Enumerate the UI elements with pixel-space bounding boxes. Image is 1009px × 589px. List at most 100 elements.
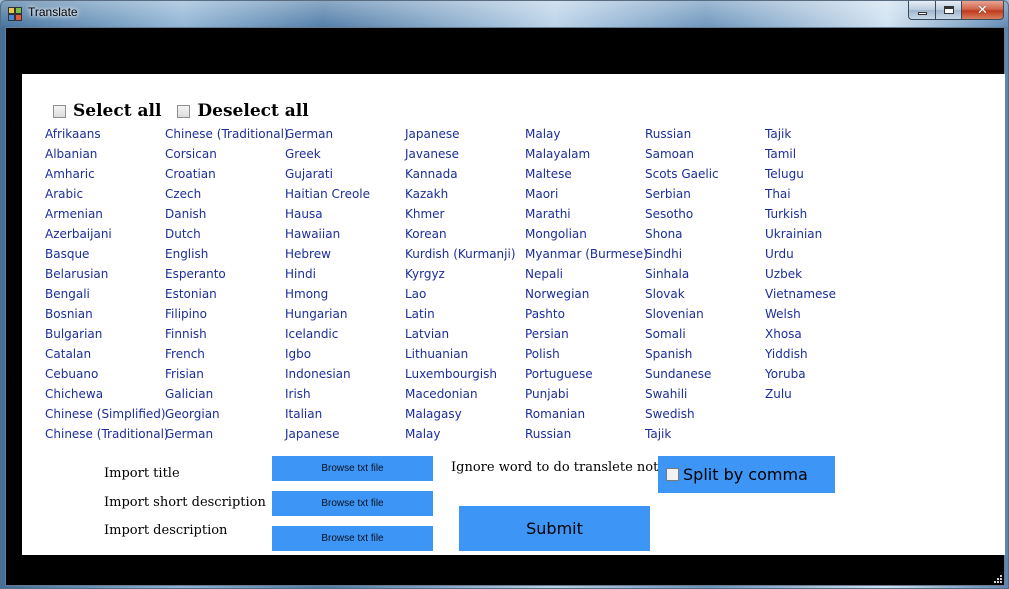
language-link[interactable]: Japanese xyxy=(285,424,370,444)
language-link[interactable]: Catalan xyxy=(45,344,169,364)
deselect-all-checkbox[interactable]: Deselect all xyxy=(177,101,309,121)
language-link[interactable]: Sundanese xyxy=(645,364,719,384)
language-link[interactable]: Pashto xyxy=(525,304,648,324)
language-link[interactable]: Javanese xyxy=(405,144,516,164)
language-link[interactable]: Serbian xyxy=(645,184,719,204)
language-link[interactable]: English xyxy=(165,244,289,264)
language-link[interactable]: Nepali xyxy=(525,264,648,284)
language-link[interactable]: Spanish xyxy=(645,344,719,364)
language-link[interactable]: Slovenian xyxy=(645,304,719,324)
language-link[interactable]: Swahili xyxy=(645,384,719,404)
language-link[interactable]: Hmong xyxy=(285,284,370,304)
language-link[interactable]: Cebuano xyxy=(45,364,169,384)
language-link[interactable]: Swedish xyxy=(645,404,719,424)
browse-description-button[interactable]: Browse txt file xyxy=(272,526,433,551)
maximize-button[interactable] xyxy=(935,1,961,20)
language-link[interactable]: Chinese (Traditional) xyxy=(45,424,169,444)
select-all-box[interactable] xyxy=(53,104,66,118)
language-link[interactable]: Malagasy xyxy=(405,404,516,424)
language-link[interactable]: Marathi xyxy=(525,204,648,224)
language-link[interactable]: Hausa xyxy=(285,204,370,224)
language-link[interactable]: Latvian xyxy=(405,324,516,344)
select-all-checkbox[interactable]: Select all xyxy=(53,101,161,121)
language-link[interactable]: German xyxy=(285,124,370,144)
language-link[interactable]: German xyxy=(165,424,289,444)
language-link[interactable]: Arabic xyxy=(45,184,169,204)
language-link[interactable]: Yoruba xyxy=(765,364,836,384)
browse-title-button[interactable]: Browse txt file xyxy=(272,456,433,481)
language-link[interactable]: Danish xyxy=(165,204,289,224)
language-link[interactable]: Romanian xyxy=(525,404,648,424)
language-link[interactable]: Italian xyxy=(285,404,370,424)
language-link[interactable]: Kyrgyz xyxy=(405,264,516,284)
language-link[interactable]: Bulgarian xyxy=(45,324,169,344)
language-link[interactable]: Punjabi xyxy=(525,384,648,404)
language-link[interactable]: Galician xyxy=(165,384,289,404)
language-link[interactable]: Greek xyxy=(285,144,370,164)
language-link[interactable]: Persian xyxy=(525,324,648,344)
language-link[interactable]: Basque xyxy=(45,244,169,264)
language-link[interactable]: Indonesian xyxy=(285,364,370,384)
language-link[interactable]: Bengali xyxy=(45,284,169,304)
language-link[interactable]: Korean xyxy=(405,224,516,244)
language-link[interactable]: Uzbek xyxy=(765,264,836,284)
language-link[interactable]: Tajik xyxy=(765,124,836,144)
language-link[interactable]: Sindhi xyxy=(645,244,719,264)
language-link[interactable]: Malayalam xyxy=(525,144,648,164)
minimize-button[interactable] xyxy=(908,1,935,20)
language-link[interactable]: Lithuanian xyxy=(405,344,516,364)
language-link[interactable]: Mongolian xyxy=(525,224,648,244)
submit-button[interactable]: Submit xyxy=(459,506,650,551)
language-link[interactable]: Luxembourgish xyxy=(405,364,516,384)
language-link[interactable]: Albanian xyxy=(45,144,169,164)
language-link[interactable]: Shona xyxy=(645,224,719,244)
language-link[interactable]: Urdu xyxy=(765,244,836,264)
language-link[interactable]: Sinhala xyxy=(645,264,719,284)
language-link[interactable]: Malay xyxy=(405,424,516,444)
title-bar[interactable]: Translate ✕ xyxy=(1,1,1009,27)
language-link[interactable]: Maltese xyxy=(525,164,648,184)
language-link[interactable]: Welsh xyxy=(765,304,836,324)
language-link[interactable]: Hebrew xyxy=(285,244,370,264)
language-link[interactable]: Lao xyxy=(405,284,516,304)
language-link[interactable]: Ukrainian xyxy=(765,224,836,244)
language-link[interactable]: Georgian xyxy=(165,404,289,424)
language-link[interactable]: Russian xyxy=(645,124,719,144)
language-link[interactable]: Japanese xyxy=(405,124,516,144)
language-link[interactable]: Xhosa xyxy=(765,324,836,344)
language-link[interactable]: Tamil xyxy=(765,144,836,164)
language-link[interactable]: Scots Gaelic xyxy=(645,164,719,184)
language-link[interactable]: Croatian xyxy=(165,164,289,184)
language-link[interactable]: Russian xyxy=(525,424,648,444)
language-link[interactable]: Amharic xyxy=(45,164,169,184)
language-link[interactable]: Filipino xyxy=(165,304,289,324)
language-link[interactable]: Maori xyxy=(525,184,648,204)
language-link[interactable]: Armenian xyxy=(45,204,169,224)
language-link[interactable]: Slovak xyxy=(645,284,719,304)
language-link[interactable]: Chichewa xyxy=(45,384,169,404)
close-button[interactable]: ✕ xyxy=(961,1,1004,20)
language-link[interactable]: Chinese (Traditional) xyxy=(165,124,289,144)
language-link[interactable]: Haitian Creole xyxy=(285,184,370,204)
deselect-all-box[interactable] xyxy=(177,104,191,118)
language-link[interactable]: Norwegian xyxy=(525,284,648,304)
language-link[interactable]: Macedonian xyxy=(405,384,516,404)
language-link[interactable]: French xyxy=(165,344,289,364)
language-link[interactable]: Portuguese xyxy=(525,364,648,384)
language-link[interactable]: Igbo xyxy=(285,344,370,364)
language-link[interactable]: Latin xyxy=(405,304,516,324)
language-link[interactable]: Azerbaijani xyxy=(45,224,169,244)
language-link[interactable]: Finnish xyxy=(165,324,289,344)
language-link[interactable]: Czech xyxy=(165,184,289,204)
language-link[interactable]: Hungarian xyxy=(285,304,370,324)
language-link[interactable]: Afrikaans xyxy=(45,124,169,144)
language-link[interactable]: Hawaiian xyxy=(285,224,370,244)
language-link[interactable]: Irish xyxy=(285,384,370,404)
language-link[interactable]: Corsican xyxy=(165,144,289,164)
browse-short-description-button[interactable]: Browse txt file xyxy=(272,491,433,516)
language-link[interactable]: Yiddish xyxy=(765,344,836,364)
language-link[interactable]: Turkish xyxy=(765,204,836,224)
language-link[interactable]: Icelandic xyxy=(285,324,370,344)
split-by-comma-box[interactable] xyxy=(666,468,679,481)
language-link[interactable]: Polish xyxy=(525,344,648,364)
